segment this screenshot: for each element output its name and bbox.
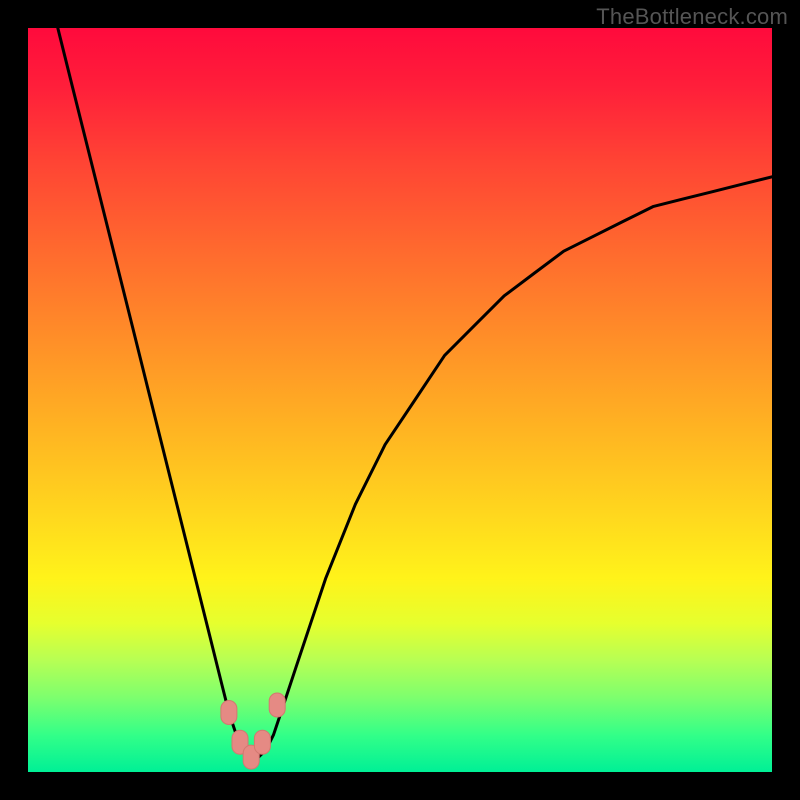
floor-markers — [221, 693, 285, 769]
watermark-credit: TheBottleneck.com — [596, 4, 788, 30]
marker-bottom — [243, 745, 259, 769]
marker-left-lower — [232, 730, 248, 754]
chart-plot-area — [28, 28, 772, 772]
marker-right-upper — [269, 693, 285, 717]
bottleneck-curve — [58, 28, 772, 757]
bottleneck-curve-svg — [28, 28, 772, 772]
marker-right-lower — [254, 730, 270, 754]
marker-left-upper — [221, 701, 237, 725]
